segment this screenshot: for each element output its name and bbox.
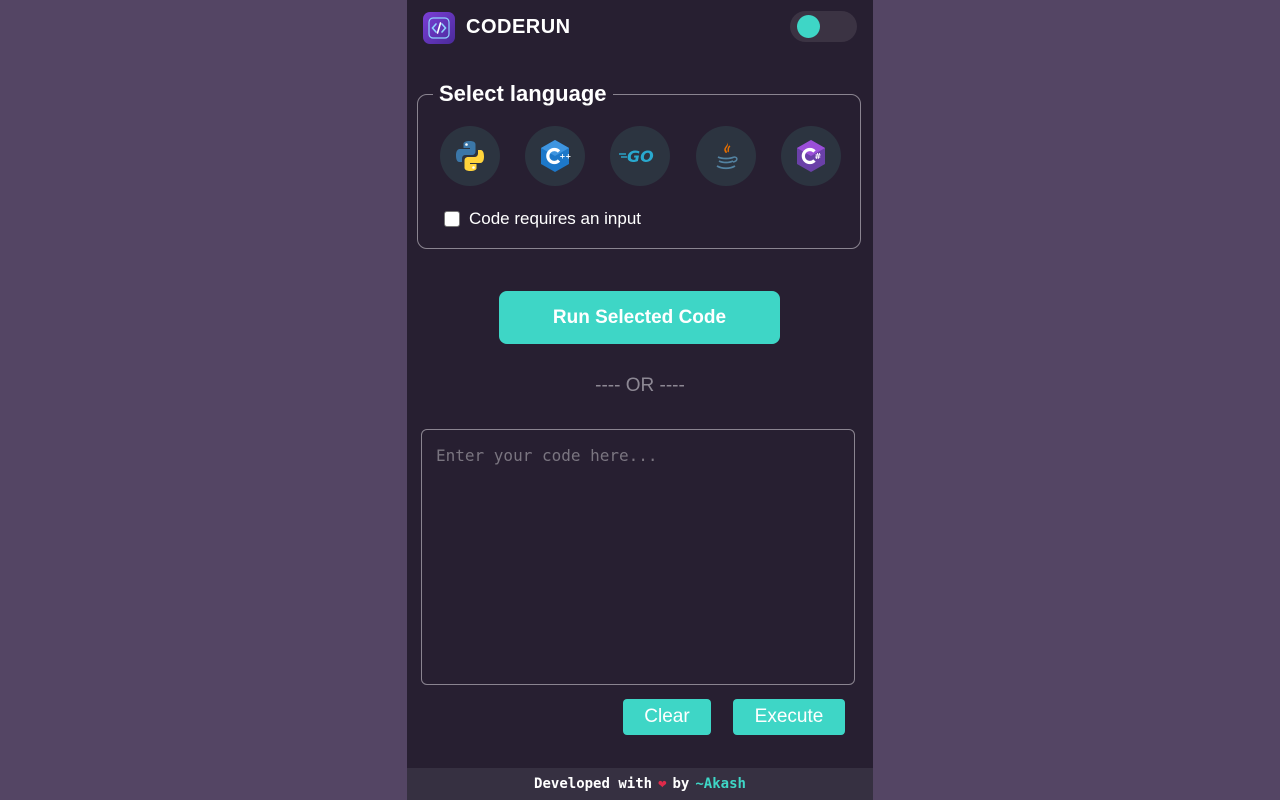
- python-button[interactable]: [440, 126, 500, 186]
- app-panel: CODERUN Select language ++ GO # Code req…: [407, 0, 873, 800]
- or-separator: ---- OR ----: [595, 375, 685, 396]
- language-legend: Select language: [433, 81, 613, 107]
- cpp-button[interactable]: ++: [525, 126, 585, 186]
- run-selected-code-button[interactable]: Run Selected Code: [499, 291, 780, 344]
- brand-title: CODERUN: [466, 16, 571, 38]
- language-list: ++ GO #: [440, 126, 841, 186]
- svg-text:++: ++: [560, 153, 572, 161]
- csharp-icon: #: [797, 140, 825, 172]
- header: CODERUN: [407, 0, 873, 56]
- theme-toggle[interactable]: [790, 11, 857, 42]
- footer: Developed with ❤ by ~Akash: [407, 768, 873, 800]
- author-link[interactable]: ~Akash: [695, 776, 746, 792]
- execute-button[interactable]: Execute: [733, 699, 845, 735]
- input-required-checkbox[interactable]: [444, 211, 460, 227]
- input-required-option: Code requires an input: [444, 209, 641, 229]
- go-button[interactable]: GO: [610, 126, 670, 186]
- svg-text:GO: GO: [627, 147, 654, 166]
- code-input[interactable]: [421, 429, 855, 685]
- footer-prefix: Developed with: [534, 776, 653, 792]
- python-icon: [456, 141, 484, 171]
- toggle-knob: [797, 15, 820, 38]
- input-required-label: Code requires an input: [469, 209, 642, 228]
- footer-by: by: [672, 776, 690, 792]
- csharp-button[interactable]: #: [781, 126, 841, 186]
- language-fieldset: Select language ++ GO # Code requires an…: [417, 81, 861, 249]
- clear-button[interactable]: Clear: [623, 699, 711, 735]
- svg-text:#: #: [815, 152, 822, 161]
- java-button[interactable]: [696, 126, 756, 186]
- java-icon: [716, 141, 738, 170]
- heart-icon: ❤: [658, 776, 667, 792]
- cpp-icon: ++: [541, 140, 572, 172]
- code-brackets-icon: [423, 12, 455, 44]
- go-icon: GO: [619, 147, 654, 166]
